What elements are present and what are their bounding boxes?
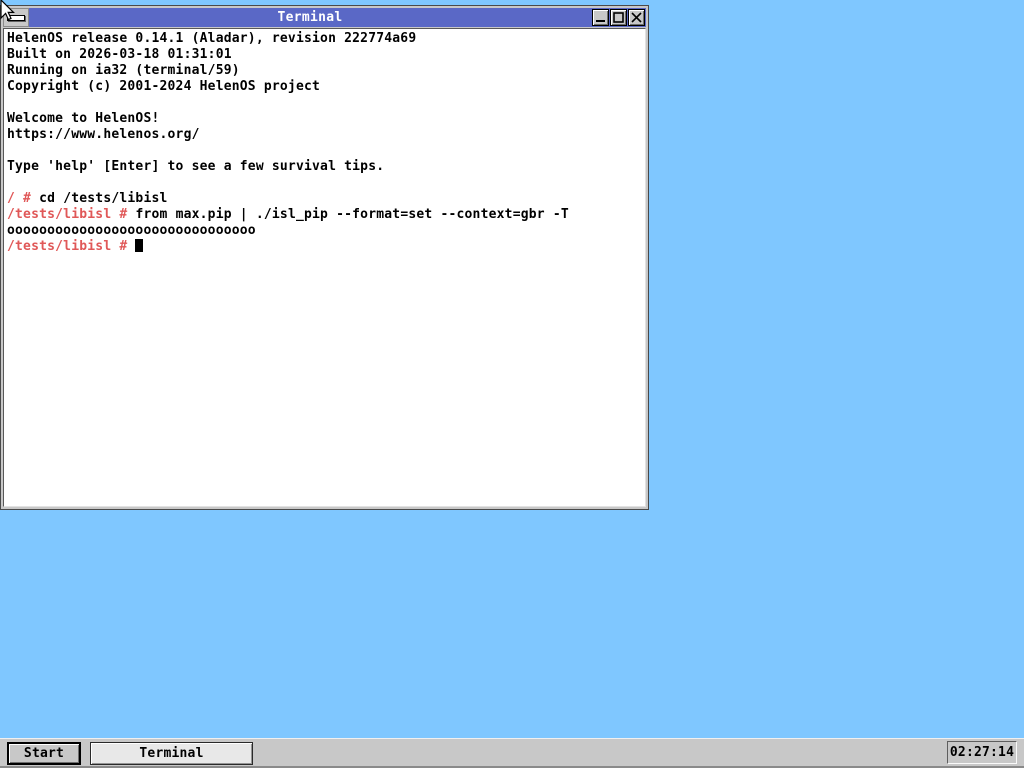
terminal-line: ooooooooooooooooooooooooooooooo [7, 223, 645, 239]
taskbar-item-terminal[interactable]: Terminal [90, 742, 253, 765]
terminal-output[interactable]: HelenOS release 0.14.1 (Aladar), revisio… [3, 28, 646, 507]
terminal-cursor [135, 239, 143, 252]
maximize-button[interactable] [610, 9, 627, 26]
window-controls [591, 8, 646, 27]
maximize-icon [613, 12, 624, 23]
window-titlebar[interactable]: Terminal [3, 8, 646, 27]
terminal-line [7, 175, 645, 191]
minimize-icon [595, 12, 606, 23]
system-menu-button[interactable] [3, 8, 29, 27]
terminal-line: /tests/libisl # from max.pip | ./isl_pip… [7, 207, 645, 223]
taskbar-clock: 02:27:14 [947, 741, 1017, 764]
terminal-line: /tests/libisl # [7, 239, 645, 255]
terminal-window: Terminal HelenOS release 0.14.1 (Aladar)… [0, 5, 649, 510]
terminal-line: HelenOS release 0.14.1 (Aladar), revisio… [7, 31, 645, 47]
terminal-line: https://www.helenos.org/ [7, 127, 645, 143]
close-icon [631, 12, 642, 23]
close-button[interactable] [628, 9, 645, 26]
terminal-line: Copyright (c) 2001-2024 HelenOS project [7, 79, 645, 95]
system-menu-icon [7, 15, 25, 21]
terminal-line: / # cd /tests/libisl [7, 191, 645, 207]
window-title: Terminal [29, 8, 591, 27]
terminal-line: Welcome to HelenOS! [7, 111, 645, 127]
terminal-line: Built on 2026-03-18 01:31:01 [7, 47, 645, 63]
terminal-line [7, 95, 645, 111]
terminal-line [7, 143, 645, 159]
taskbar: Start Terminal 02:27:14 [0, 738, 1024, 768]
start-button[interactable]: Start [7, 742, 81, 765]
minimize-button[interactable] [592, 9, 609, 26]
terminal-line: Type 'help' [Enter] to see a few surviva… [7, 159, 645, 175]
terminal-line: Running on ia32 (terminal/59) [7, 63, 645, 79]
